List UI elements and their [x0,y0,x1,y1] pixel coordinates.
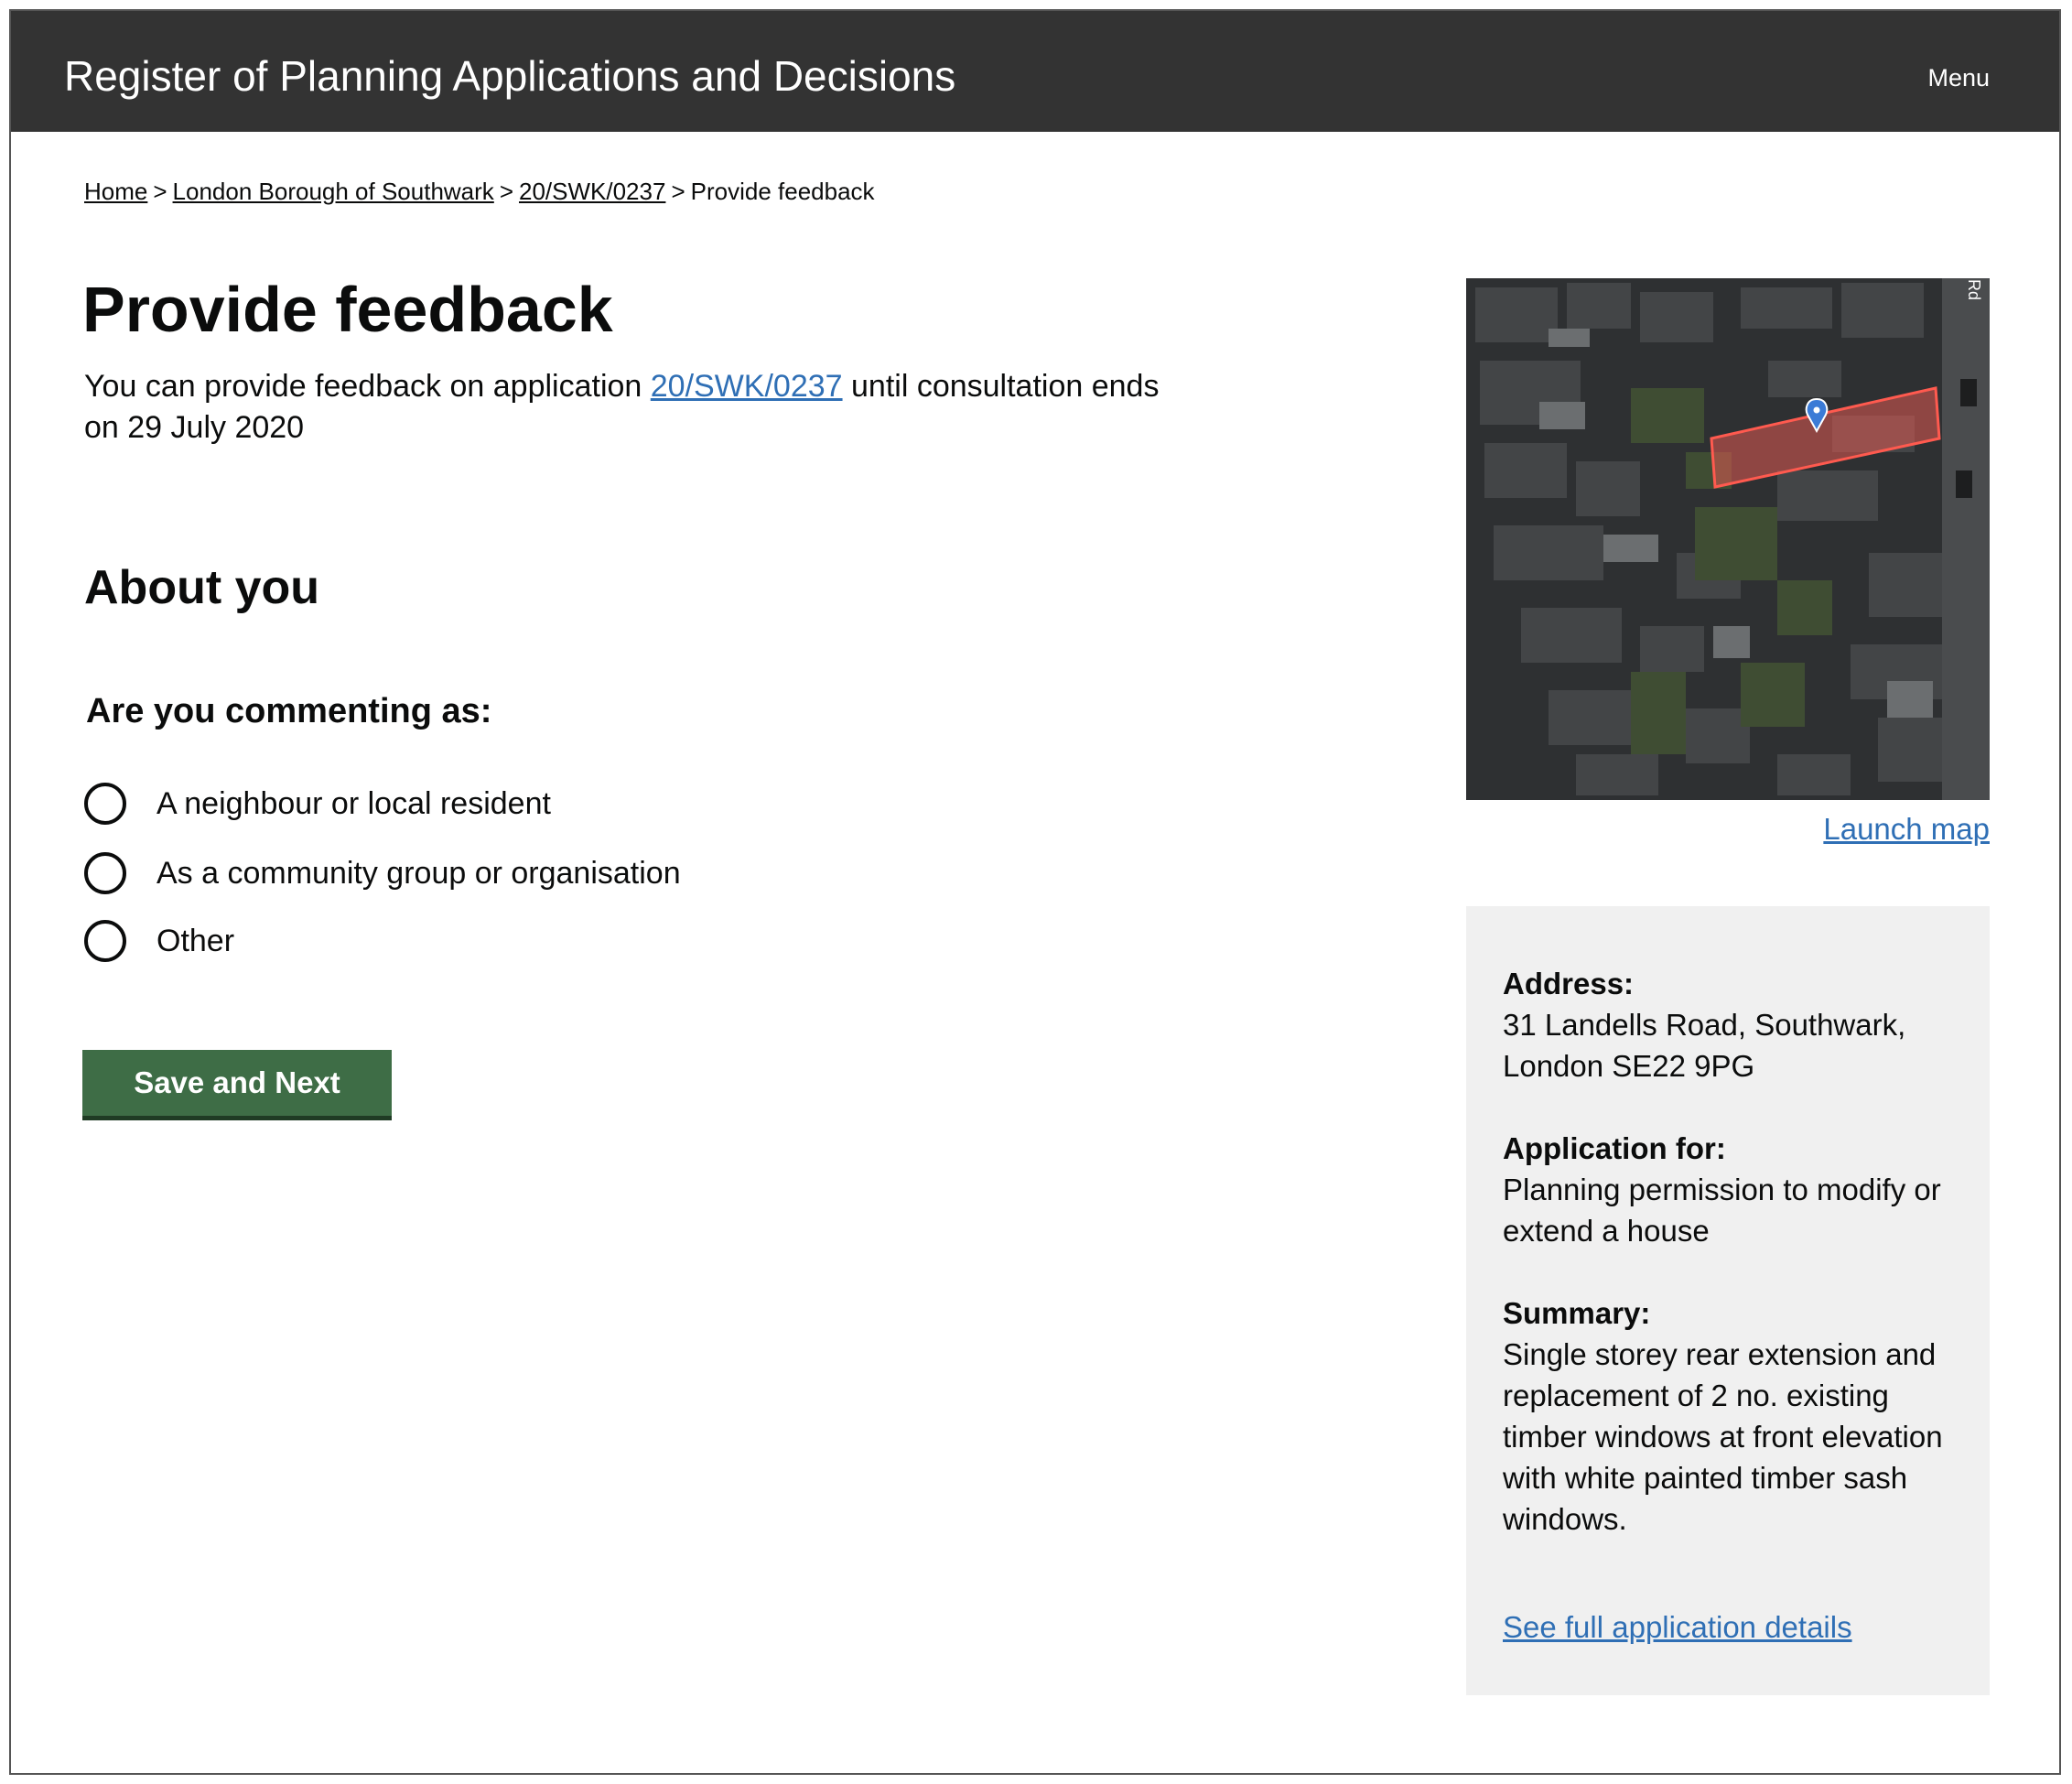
radio-button[interactable] [84,920,126,962]
about-you-heading: About you [84,561,320,614]
radio-button[interactable] [84,852,126,894]
breadcrumb: Home > London Borough of Southwark >20/SWK/… [84,176,875,207]
full-application-details-link[interactable]: See full application details [1503,1606,1852,1648]
application-for-value: Planning permission to modify or extend … [1503,1173,1941,1248]
save-and-next-button[interactable]: Save and Next [82,1050,392,1116]
intro-text-start: You can provide feedback on application [84,369,651,404]
breadcrumb-separator: > [499,178,513,205]
menu-button[interactable]: Menu [1927,64,1990,92]
breadcrumb-council-link[interactable]: London Borough of Southwark [173,178,494,205]
intro-text: You can provide feedback on application … [84,366,1164,449]
breadcrumb-separator: > [671,178,685,205]
breadcrumb-current: Provide feedback [690,178,875,205]
page-frame: Register of Planning Applications and De… [9,9,2061,1775]
page-title: Provide feedback [82,274,613,345]
commenting-as-question: Are you commenting as: [86,692,492,730]
map-road-label: Rd [1964,278,1983,301]
breadcrumb-separator: > [153,178,167,205]
radio-option-community-group[interactable]: As a community group or organisation [84,848,681,899]
summary-value: Single storey rear extension and replace… [1503,1337,1943,1536]
site-map[interactable]: Rd [1466,278,1990,800]
application-for-label: Application for: [1503,1131,1726,1165]
radio-option-neighbour[interactable]: A neighbour or local resident [84,778,551,829]
address-label: Address: [1503,967,1635,1000]
satellite-map-image [1466,278,1990,800]
site-title[interactable]: Register of Planning Applications and De… [64,51,955,101]
launch-map-link[interactable]: Launch map [1823,811,1990,848]
summary-label: Summary: [1503,1296,1651,1330]
radio-button[interactable] [84,783,126,825]
application-info-panel: Address: 31 Landells Road, Southwark, Lo… [1466,906,1990,1695]
address-value: 31 Landells Road, Southwark, London SE22… [1503,1008,1906,1083]
radio-label[interactable]: As a community group or organisation [156,855,681,892]
radio-option-other[interactable]: Other [84,915,234,967]
breadcrumb-home-link[interactable]: Home [84,178,147,205]
radio-label[interactable]: Other [156,923,234,959]
breadcrumb-application-link[interactable]: 20/SWK/0237 [519,178,665,205]
header-bar: Register of Planning Applications and De… [11,11,2059,132]
application-reference-link[interactable]: 20/SWK/0237 [651,369,843,404]
radio-label[interactable]: A neighbour or local resident [156,785,551,822]
